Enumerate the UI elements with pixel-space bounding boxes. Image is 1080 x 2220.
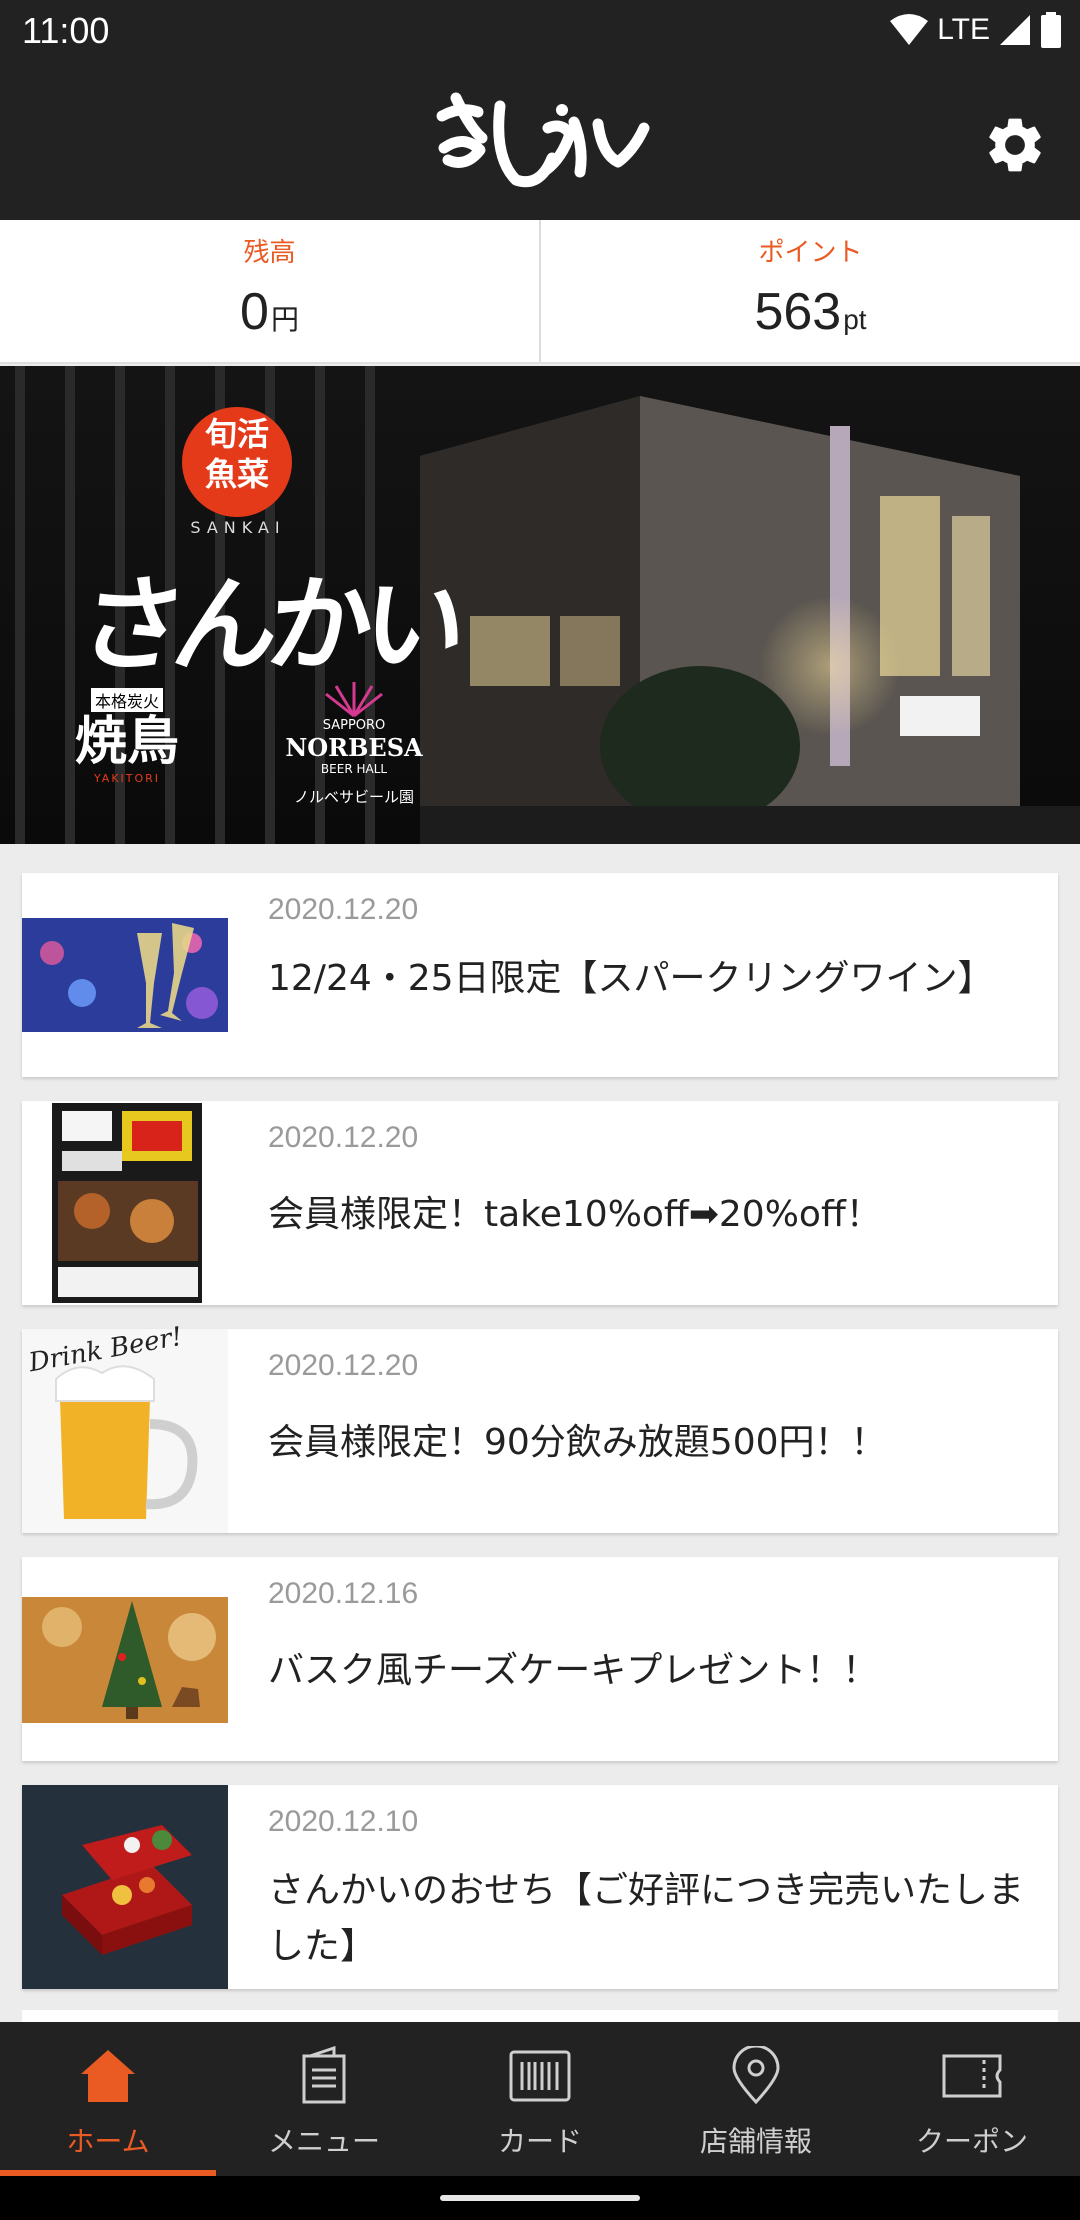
nav-store-info-label: 店舗情報: [699, 2125, 812, 2158]
nav-coupon[interactable]: クーポン: [864, 2022, 1080, 2176]
points-amount: 563pt: [541, 282, 1080, 342]
news-title: 会員様限定！take10%off➡20%off！: [268, 1194, 882, 1235]
beerhall-line1: SAPPORO: [322, 718, 386, 733]
battery-icon: [1041, 12, 1061, 48]
yakitori-logo: 本格炭火 焼鳥 YAKITORI: [62, 688, 192, 785]
beerhall-rays-icon: [325, 682, 383, 718]
coupon-ticket-icon: [942, 2054, 1002, 2098]
badge-line1: 旬活: [204, 415, 269, 453]
news-card[interactable]: 2020.12.20 12/24・25日限定【スパークリングワイン】: [22, 873, 1058, 1077]
bottom-navigation: ホーム メニュー カード 店舗情報 クーポン: [0, 2022, 1080, 2176]
badge-text: 旬活 魚菜: [182, 414, 292, 494]
nav-home-label: ホーム: [66, 2125, 150, 2158]
news-card[interactable]: Drink Beer! 2020.12.20 会員様限定！90分飲み放題500円…: [22, 1322, 1058, 1533]
news-card[interactable]: 2020.12.16 バスク風チーズケーキプレゼント！！: [22, 1557, 1058, 1761]
points-label: ポイント: [758, 238, 863, 268]
news-card[interactable]: 2020.12.20 会員様限定！take10%off➡20%off！: [22, 1101, 1058, 1305]
nav-store-info[interactable]: 店舗情報: [648, 2022, 864, 2176]
menu-book-icon: [302, 2046, 346, 2104]
news-title: 12/24・25日限定【スパークリングワイン】: [268, 958, 994, 999]
news-date: 2020.12.20: [268, 893, 419, 926]
home-icon: [81, 2050, 135, 2102]
brand-script: さんかい: [72, 563, 466, 686]
network-type: LTE: [937, 13, 990, 46]
gear-icon[interactable]: [982, 112, 1048, 178]
balance-label: 残高: [243, 238, 296, 268]
beerhall-caption: ノルベサビール園: [293, 788, 414, 806]
news-title: バスク風チーズケーキプレゼント！！: [268, 1650, 879, 1691]
news-card[interactable]: 2020.12.10 さんかいのおせち【ご好評につき完売いたしました】: [22, 1785, 1058, 1989]
news-title: さんかいのおせち【ご好評につき完売いたしました】: [268, 1870, 1025, 1967]
gesture-bar: [0, 2176, 1080, 2220]
beerhall-line3: BEER HALL: [320, 762, 388, 776]
points-box[interactable]: ポイント 563pt: [539, 220, 1080, 362]
status-time: 11:00: [22, 10, 110, 51]
points-unit: pt: [843, 304, 867, 335]
location-pin-icon: [732, 2046, 780, 2105]
news-date: 2020.12.16: [268, 1577, 419, 1610]
nav-coupon-label: クーポン: [915, 2125, 1028, 2158]
status-icons: LTE: [889, 12, 1062, 48]
status-bar: 11:00 LTE: [0, 0, 1080, 66]
barcode-card-icon: [509, 2050, 571, 2102]
hero-banner[interactable]: 旬活 魚菜 SANKAI さんかい 本格炭火 焼鳥 YAKITORI SAPPO…: [0, 366, 1080, 844]
news-thumbnail: [22, 1785, 228, 1989]
yakitori-main: 焼鳥: [74, 711, 179, 772]
nav-menu[interactable]: メニュー: [216, 2022, 432, 2176]
news-thumbnail: [22, 918, 228, 1032]
nav-home[interactable]: ホーム: [0, 2022, 216, 2176]
beerhall-line2: NORBESA: [285, 733, 423, 762]
signal-icon: [1000, 15, 1030, 45]
balance-unit: 円: [270, 304, 299, 335]
app-header: [0, 66, 1080, 220]
wifi-icon: [890, 14, 929, 45]
badge-line2: 魚菜: [204, 455, 269, 493]
yakitori-roman: YAKITORI: [93, 772, 161, 785]
news-date: 2020.12.20: [268, 1349, 419, 1382]
nav-menu-label: メニュー: [267, 2125, 380, 2158]
news-title: 会員様限定！90分飲み放題500円！！: [268, 1422, 887, 1463]
sankai-logo: [436, 92, 650, 188]
news-date: 2020.12.20: [268, 1121, 419, 1154]
news-date: 2020.12.10: [268, 1805, 419, 1838]
yakitori-top: 本格炭火: [90, 688, 163, 712]
news-card-partial[interactable]: [22, 2010, 1058, 2022]
balance-amount: 0円: [0, 282, 539, 342]
balance-box[interactable]: 残高 0円: [0, 220, 539, 362]
balance-value: 0: [240, 283, 269, 341]
home-indicator[interactable]: [440, 2195, 640, 2201]
nav-card[interactable]: カード: [432, 2022, 648, 2176]
news-thumbnail: [52, 1103, 202, 1303]
brand-roman: SANKAI: [190, 518, 286, 537]
nav-card-label: カード: [497, 2125, 582, 2158]
balance-panel: 残高 0円 ポイント 563pt: [0, 220, 1080, 364]
news-thumbnail: [22, 1597, 228, 1723]
points-value: 563: [754, 283, 842, 341]
